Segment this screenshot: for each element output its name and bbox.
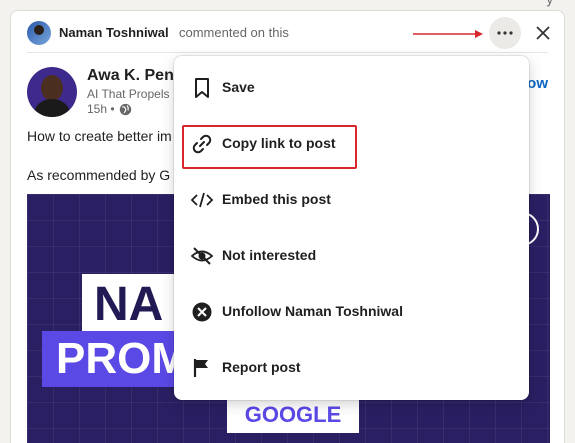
- close-circle-icon: [190, 300, 214, 324]
- menu-item-label: Report post: [222, 359, 301, 375]
- post-timestamp: 15h •: [87, 102, 132, 116]
- header-divider: [27, 52, 548, 53]
- menu-item-label: Save: [222, 79, 255, 95]
- more-options-button[interactable]: [489, 17, 521, 49]
- arrow-annotation-icon: [413, 30, 483, 38]
- author-headline: AI That Propels: [87, 87, 170, 101]
- commenter-name[interactable]: Naman Toshniwal: [59, 25, 169, 40]
- menu-item-report[interactable]: Report post: [174, 340, 529, 396]
- menu-item-label: Embed this post: [222, 191, 331, 207]
- follow-button[interactable]: ow: [527, 75, 548, 92]
- highlight-annotation: [182, 125, 357, 169]
- author-avatar[interactable]: [27, 67, 77, 117]
- menu-item-save[interactable]: Save: [174, 60, 529, 116]
- post-text-line-1: How to create better im: [27, 128, 172, 144]
- post-context-header: Naman Toshniwal commented on this: [11, 11, 564, 53]
- author-name[interactable]: Awa K. Penn: [87, 67, 184, 85]
- globe-icon: [119, 103, 131, 115]
- menu-item-label: Unfollow Naman Toshniwal: [222, 303, 403, 319]
- post-time: 15h •: [87, 102, 115, 116]
- commenter-action: commented on this: [179, 25, 289, 40]
- post-text-line-2: As recommended by G: [27, 167, 171, 183]
- menu-item-not-interested[interactable]: Not interested: [174, 228, 529, 284]
- commenter-avatar[interactable]: [27, 21, 51, 45]
- ellipsis-icon: [497, 31, 513, 35]
- code-icon: [190, 188, 214, 212]
- bookmark-icon: [190, 76, 214, 100]
- close-icon: [536, 26, 550, 40]
- top-peek-text: y: [547, 0, 554, 7]
- post-options-menu: Save Copy link to post Embed this post N…: [174, 56, 529, 400]
- flag-icon: [190, 356, 214, 380]
- menu-item-label: Not interested: [222, 247, 317, 263]
- menu-item-unfollow[interactable]: Unfollow Naman Toshniwal: [174, 284, 529, 340]
- eye-slash-icon: [190, 244, 214, 268]
- close-button[interactable]: [529, 19, 557, 47]
- menu-item-embed[interactable]: Embed this post: [174, 172, 529, 228]
- image-text-3: GOOGLE: [227, 397, 359, 433]
